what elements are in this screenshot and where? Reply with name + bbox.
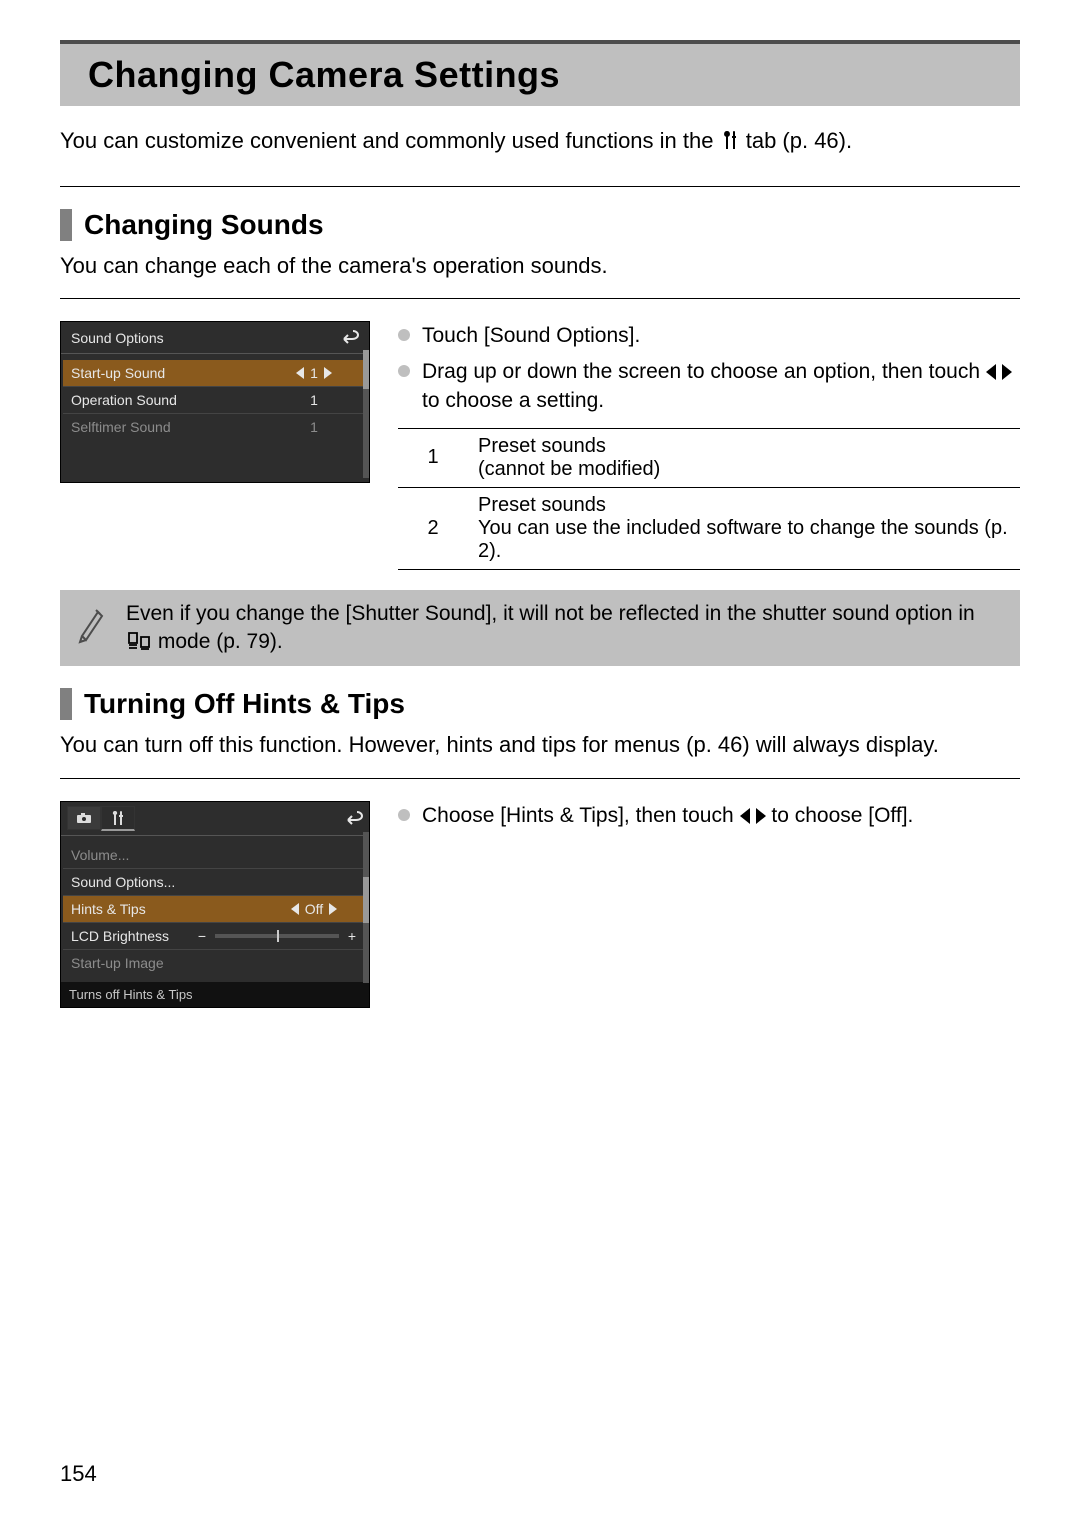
lcd-title: Sound Options (71, 330, 164, 346)
table-row: 1 Preset sounds (cannot be modified) (398, 428, 1020, 487)
sounds-desc: You can change each of the camera's oper… (60, 251, 1020, 281)
sounds-bullets: Touch [Sound Options]. Drag up or down t… (398, 321, 1020, 415)
table-row: 2 Preset sounds You can use the included… (398, 487, 1020, 569)
back-arrow-icon[interactable] (339, 328, 359, 347)
note-box: Even if you change the [Shutter Sound], … (60, 590, 1020, 667)
intro-text-b: tab (p. 46). (746, 128, 852, 153)
hints-row: Volume...Sound Options...Hints & TipsOff… (60, 801, 1020, 1008)
lcd-row[interactable]: Volume... (63, 842, 367, 868)
lcd-scrollbar[interactable] (363, 350, 369, 478)
bullet-item: Choose [Hints & Tips], then touch to cho… (398, 801, 1020, 830)
lcd-row[interactable]: Operation Sound1 (63, 386, 367, 413)
main-heading-bar: Changing Camera Settings (60, 40, 1020, 106)
hints-heading: Turning Off Hints & Tips (60, 688, 1020, 720)
sounds-heading: Changing Sounds (60, 209, 1020, 241)
back-arrow-icon[interactable] (343, 809, 363, 828)
note-text-b: mode (p. 79). (158, 630, 283, 653)
hints-heading-text: Turning Off Hints & Tips (84, 688, 405, 720)
lcd-tabs (61, 802, 369, 836)
page-title: Changing Camera Settings (88, 54, 1000, 96)
left-right-arrows-icon (986, 363, 1012, 381)
divider (60, 298, 1020, 299)
lcd-scrollbar[interactable] (363, 832, 369, 983)
page-number: 154 (60, 1461, 97, 1487)
lcd-row[interactable]: Sound Options... (63, 868, 367, 895)
left-right-arrows-icon (740, 807, 766, 825)
heading-accent-bar (60, 688, 72, 720)
bullet-text-b: to choose [Off]. (771, 804, 913, 827)
heading-accent-bar (60, 209, 72, 241)
tab-shoot[interactable] (67, 806, 101, 830)
hints-desc: You can turn off this function. However,… (60, 730, 1020, 760)
lcd-status-bar: Turns off Hints & Tips (61, 982, 369, 1007)
sound-options-table: 1 Preset sounds (cannot be modified) 2 P… (398, 428, 1020, 570)
note-text-a: Even if you change the [Shutter Sound], … (126, 602, 975, 625)
opt-key: 1 (398, 428, 468, 487)
lcd-row[interactable]: Selftimer Sound1 (63, 413, 367, 440)
intro-text-a: You can customize convenient and commonl… (60, 128, 720, 153)
bullet-item: Drag up or down the screen to choose an … (398, 357, 1020, 416)
lcd-header: Sound Options (61, 322, 369, 354)
sounds-row: Sound Options Start-up Sound1Operation S… (60, 321, 1020, 569)
intro-paragraph: You can customize convenient and commonl… (60, 126, 1020, 156)
divider (60, 186, 1020, 187)
lcd-row[interactable]: LCD Brightness−+ (63, 922, 367, 949)
sound-options-screen: Sound Options Start-up Sound1Operation S… (60, 321, 370, 483)
sounds-heading-text: Changing Sounds (84, 209, 324, 241)
tab-setup[interactable] (101, 806, 135, 831)
bullet-item: Touch [Sound Options]. (398, 321, 1020, 350)
lcd-list[interactable]: Start-up Sound1Operation Sound1Selftimer… (61, 354, 369, 446)
bullet-text-a: Choose [Hints & Tips], then touch (422, 804, 740, 827)
pencil-icon (74, 600, 110, 657)
lcd-list[interactable]: Volume...Sound Options...Hints & TipsOff… (61, 836, 369, 982)
hints-instructions: Choose [Hints & Tips], then touch to cho… (398, 801, 1020, 836)
opt-val: Preset sounds (cannot be modified) (468, 428, 1020, 487)
lcd-row[interactable]: Hints & TipsOff (63, 895, 367, 922)
wrench-icon (720, 129, 740, 151)
opt-key: 2 (398, 487, 468, 569)
hints-bullets: Choose [Hints & Tips], then touch to cho… (398, 801, 1020, 830)
burst-mode-icon (126, 631, 152, 651)
sounds-lcd-col: Sound Options Start-up Sound1Operation S… (60, 321, 370, 483)
bullet-text-b: to choose a setting. (422, 389, 604, 412)
setup-menu-screen: Volume...Sound Options...Hints & TipsOff… (60, 801, 370, 1008)
lcd-row[interactable]: Start-up Image (63, 949, 367, 976)
hints-lcd-col: Volume...Sound Options...Hints & TipsOff… (60, 801, 370, 1008)
bullet-text-a: Drag up or down the screen to choose an … (422, 360, 986, 383)
note-text: Even if you change the [Shutter Sound], … (126, 600, 1006, 657)
lcd-row[interactable]: Start-up Sound1 (63, 360, 367, 386)
divider (60, 778, 1020, 779)
opt-val: Preset sounds You can use the included s… (468, 487, 1020, 569)
sounds-instructions: Touch [Sound Options]. Drag up or down t… (398, 321, 1020, 569)
